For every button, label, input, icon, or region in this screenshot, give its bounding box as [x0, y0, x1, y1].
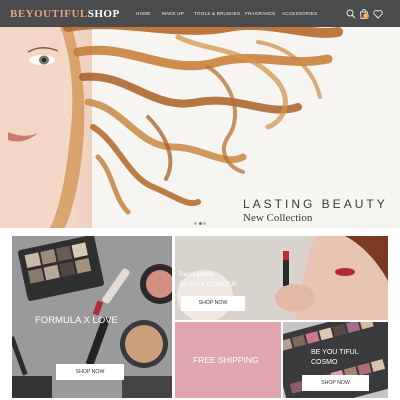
- promo-tile-formula[interactable]: FORMULA X LOVE SHOP NOW: [12, 236, 172, 398]
- promo-tile-shipping[interactable]: FREE SHIPPING: [175, 322, 281, 398]
- tile-shipping-label: FREE SHIPPING: [193, 355, 259, 365]
- promo-tile-cosmo[interactable]: BE YOU TIFUL COSMO SHOP NOW: [283, 322, 388, 398]
- shop-now-button[interactable]: SHOP NOW: [302, 375, 369, 391]
- nav-home[interactable]: HOME: [136, 11, 151, 16]
- hero-banner[interactable]: LASTING BEAUTY New Collection: [0, 27, 400, 228]
- cart-badge: 0: [363, 13, 369, 19]
- tile-cosmo-label-2: COSMO: [311, 359, 338, 366]
- heart-icon[interactable]: [372, 8, 384, 20]
- tile-lipstick-label-2: BEAUTY CLINIQUE: [179, 281, 238, 288]
- logo[interactable]: BEYOUTIFULSHOP: [10, 8, 120, 20]
- slide-dot[interactable]: [194, 222, 197, 225]
- hero-subtitle: New Collection: [243, 212, 313, 224]
- nav-make-up[interactable]: MAKE UP: [162, 11, 184, 16]
- site-header: BEYOUTIFULSHOP HOME MAKE UP TOOLS & BRUS…: [0, 0, 400, 27]
- slide-dot-active[interactable]: [198, 222, 202, 225]
- slider-dots: [194, 212, 208, 230]
- shop-now-button[interactable]: SHOP NOW: [181, 296, 245, 311]
- slide-dot[interactable]: [203, 222, 206, 225]
- hero-title: LASTING BEAUTY: [243, 197, 388, 211]
- shop-now-button[interactable]: SHOP NOW: [56, 364, 124, 380]
- tile-cosmo-label-1: BE YOU TIFUL: [311, 349, 359, 356]
- search-icon[interactable]: [345, 8, 357, 20]
- tile-lipstick-label-1: Red Lipstick: [179, 271, 215, 278]
- logo-part-1: BEYOUTIFUL: [10, 8, 88, 20]
- logo-part-2: SHOP: [87, 8, 120, 20]
- tile-formula-label: FORMULA X LOVE: [35, 315, 118, 326]
- nav-accessories[interactable]: ACCESSORIES: [282, 11, 317, 16]
- promo-tile-lipstick[interactable]: Red Lipstick BEAUTY CLINIQUE SHOP NOW: [175, 236, 388, 320]
- cart-count: 0: [364, 13, 368, 18]
- nav-fragrance[interactable]: FRAGRANCE: [245, 11, 276, 16]
- nav-tools-brushes[interactable]: TOOLS & BRUSHES: [194, 11, 240, 16]
